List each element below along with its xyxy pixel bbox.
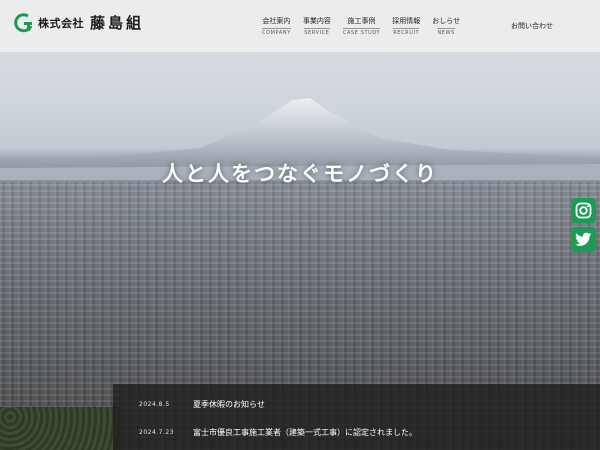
nav-item-service[interactable]: 事業内容 SERVICE	[303, 16, 331, 37]
logo-mark-icon	[14, 12, 33, 32]
nav-item-case-study[interactable]: 施工事例 CASE STUDY	[342, 16, 381, 37]
nav-label: 施工事例	[347, 17, 376, 25]
nav-label: 事業内容	[302, 17, 331, 25]
nav-sublabel: COMPANY	[262, 28, 291, 36]
news-date: 2024.7.23	[139, 428, 175, 436]
nav-item-company[interactable]: 会社案内 COMPANY	[262, 16, 291, 37]
nav-label: おしらせ	[432, 17, 461, 25]
logo[interactable]: 株式会社 藤島組	[14, 12, 144, 33]
instagram-link[interactable]	[571, 198, 596, 223]
main-nav: 会社案内 COMPANY 事業内容 SERVICE 施工事例 CASE STUD…	[262, 16, 472, 37]
nav-sublabel: RECRUIT	[393, 28, 420, 36]
site-header: 株式会社 藤島組 会社案内 COMPANY 事業内容 SERVICE 施工事例 …	[0, 0, 600, 52]
nav-label: 採用情報	[392, 17, 421, 25]
news-date: 2024.8.5	[139, 400, 170, 408]
twitter-icon	[575, 232, 592, 246]
news-item[interactable]: 2024.8.5 夏季休暇のお知らせ	[113, 394, 600, 414]
company-name: 藤島組	[90, 14, 145, 32]
instagram-icon	[575, 202, 592, 219]
company-prefix: 株式会社	[38, 16, 84, 30]
nav-item-news[interactable]: おしらせ NEWS	[432, 16, 460, 37]
twitter-link[interactable]	[571, 227, 596, 252]
nav-sublabel: CASE STUDY	[342, 28, 381, 36]
nav-label: 会社案内	[262, 17, 291, 25]
news-panel: 2024.8.5 夏季休暇のお知らせ 2024.7.23 富士市優良工事施工業者…	[113, 384, 600, 450]
news-title: 富士市優良工事施工業者（建築一式工事）に認定されました。	[193, 427, 417, 437]
hero-tagline: 人と人をつなぐモノづくり	[162, 162, 438, 186]
nav-item-contact[interactable]: お問い合わせ	[511, 21, 553, 31]
news-item[interactable]: 2024.7.23 富士市優良工事施工業者（建築一式工事）に認定されました。	[113, 422, 600, 442]
foreground-trees	[0, 407, 120, 450]
nav-sublabel: NEWS	[437, 28, 455, 36]
news-title: 夏季休暇のお知らせ	[193, 399, 265, 409]
nav-sublabel: SERVICE	[304, 28, 330, 36]
nav-item-recruit[interactable]: 採用情報 RECRUIT	[392, 16, 420, 37]
